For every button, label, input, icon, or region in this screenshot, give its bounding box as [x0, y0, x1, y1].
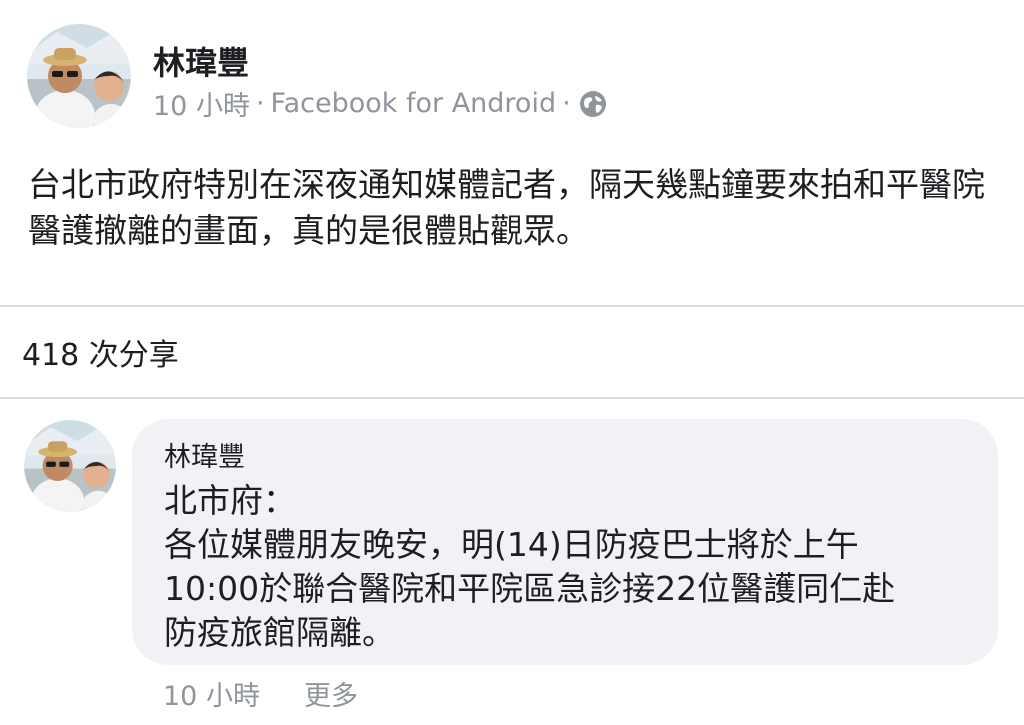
- comment-line: 防疫旅館隔離。: [164, 613, 395, 652]
- comment-line: 10:00於聯合醫院和平院區急診接22位醫護同仁赴: [164, 569, 896, 608]
- comment-author-name[interactable]: 林瑋豐: [164, 435, 245, 474]
- comment-actions: 10 小時 更多: [163, 674, 358, 713]
- meta-separator: ·: [562, 88, 571, 119]
- post-meta: 10 小時 · Facebook for Android ·: [153, 84, 607, 123]
- post-text: 台北市政府特別在深夜通知媒體記者，隔天幾點鐘要來拍和平醫院醫護撤離的畫面，真的是…: [28, 165, 985, 250]
- divider: [0, 397, 1024, 399]
- post-source: Facebook for Android: [270, 88, 557, 119]
- comment-line: 北市府：: [164, 481, 296, 520]
- more-button[interactable]: 更多: [304, 674, 358, 713]
- share-count[interactable]: 418 次分享: [22, 330, 179, 374]
- commenter-avatar[interactable]: [24, 420, 116, 512]
- comment-bubble[interactable]: 林瑋豐 北市府： 各位媒體朋友晚安，明(14)日防疫巴士將於上午 10:00於聯…: [132, 419, 998, 665]
- post-author-name[interactable]: 林瑋豐: [153, 38, 249, 84]
- author-avatar[interactable]: [27, 24, 131, 128]
- globe-icon: [579, 90, 607, 118]
- facebook-post-page: 林瑋豐 10 小時 · Facebook for Android · 台北市政府…: [0, 0, 1024, 725]
- comment-text: 北市府： 各位媒體朋友晚安，明(14)日防疫巴士將於上午 10:00於聯合醫院和…: [164, 479, 984, 655]
- comment-line: 各位媒體朋友晚安，明(14)日防疫巴士將於上午: [164, 525, 859, 564]
- comment-time[interactable]: 10 小時: [163, 674, 260, 713]
- divider: [0, 305, 1024, 307]
- post-time[interactable]: 10 小時: [153, 84, 250, 123]
- meta-separator: ·: [255, 88, 265, 119]
